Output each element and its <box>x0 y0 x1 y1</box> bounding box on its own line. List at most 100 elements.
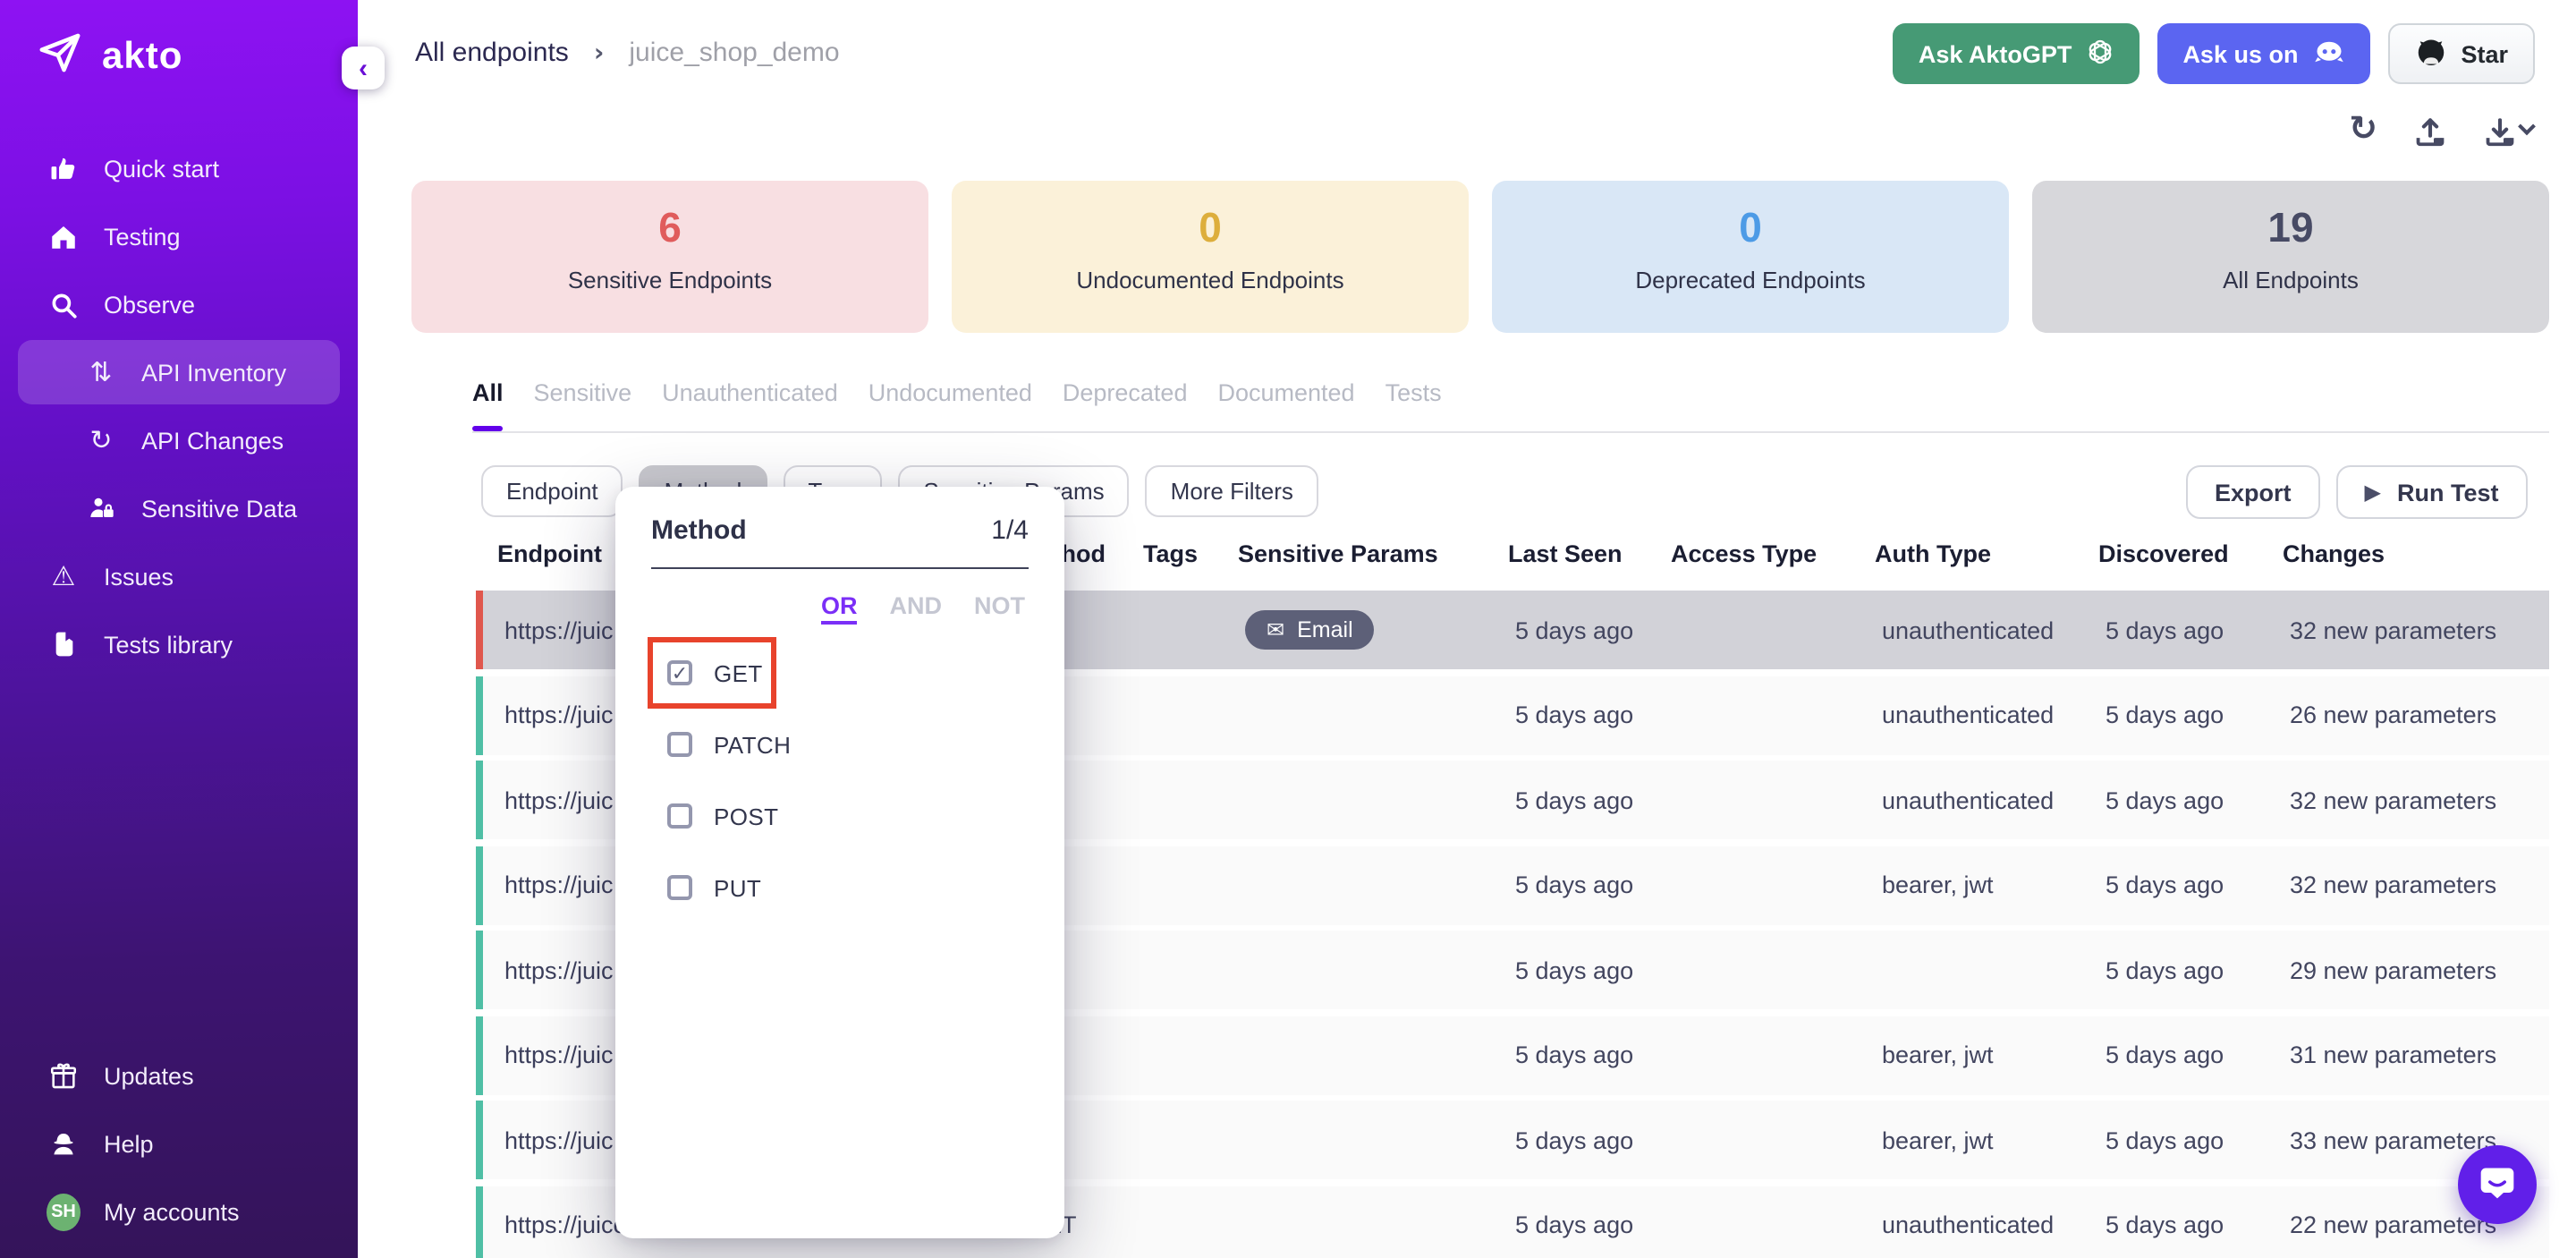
dropdown-header: Method 1/4 <box>651 515 1029 546</box>
checkbox[interactable] <box>667 875 692 900</box>
col-changes[interactable]: Changes <box>2261 540 2549 567</box>
filter-chip[interactable]: More Filters <box>1146 465 1318 517</box>
ask-us-on-discord-button[interactable]: Ask us on <box>2157 23 2369 84</box>
sidebar-nav: Quick start Testing Observe ⇅ API Invent… <box>0 136 358 676</box>
sidebar-item-sensitive-data[interactable]: Sensitive Data <box>0 476 358 540</box>
envelope-icon: ✉ <box>1267 617 1284 642</box>
cell-last-seen: 5 days ago <box>1494 1211 1657 1238</box>
refresh-icon[interactable]: ↻ <box>2349 109 2377 149</box>
cell-auth-type: unauthenticated <box>1860 786 2084 813</box>
sidebar-collapse-button[interactable]: ‹ <box>342 47 385 89</box>
method-option[interactable]: PATCH <box>667 709 791 780</box>
github-star-button[interactable]: Star <box>2387 23 2535 84</box>
stat-card[interactable]: 19 All Endpoints <box>2032 181 2549 333</box>
operator-toggle[interactable]: OR <box>821 592 858 625</box>
akto-logo[interactable]: akto <box>0 0 358 86</box>
breadcrumb-all-endpoints[interactable]: All endpoints <box>415 38 569 68</box>
user-lock-icon <box>84 494 118 523</box>
tab[interactable]: Unauthenticated <box>662 379 838 424</box>
stat-card[interactable]: 6 Sensitive Endpoints <box>411 181 928 333</box>
table-toolbar-icons: ↻ <box>2349 111 2533 150</box>
sidebar-item-updates[interactable]: Updates <box>0 1043 358 1108</box>
sidebar-item-api-changes[interactable]: ↻ API Changes <box>0 408 358 472</box>
cell-changes: 26 new parameters <box>2268 701 2549 728</box>
sidebar-item-label: Sensitive Data <box>141 495 297 522</box>
method-option[interactable]: ✓ GET <box>667 637 763 709</box>
sidebar-item-observe[interactable]: Observe <box>0 272 358 336</box>
ask-aktogpt-button[interactable]: Ask AktoGPT <box>1894 23 2140 84</box>
stat-cards: 6 Sensitive Endpoints 0 Undocumented End… <box>411 181 2549 333</box>
cell-auth-type: unauthenticated <box>1860 701 2084 728</box>
app-root: akto Quick start Testing Observe <box>0 0 2576 1258</box>
checkbox[interactable]: ✓ <box>667 660 692 685</box>
warning-icon: ⚠ <box>47 560 80 592</box>
dropdown-count: 1/4 <box>991 515 1029 546</box>
col-sensitive-params[interactable]: Sensitive Params <box>1216 540 1487 567</box>
stat-card-value: 0 <box>952 204 1469 252</box>
col-tags[interactable]: Tags <box>1122 540 1216 567</box>
dropdown-operators: OR AND NOT <box>651 592 1029 625</box>
inventory-tabs: All Sensitive Unauthenticated Undocument… <box>472 379 1442 424</box>
cell-discovered: 5 days ago <box>2084 1211 2268 1238</box>
stat-card-label: Deprecated Endpoints <box>1492 267 2009 293</box>
paper-plane-icon <box>36 29 84 86</box>
stat-card-value: 6 <box>411 204 928 252</box>
checkbox[interactable] <box>667 732 692 757</box>
operator-toggle[interactable]: NOT <box>974 592 1025 625</box>
refresh-icon: ↻ <box>84 424 118 456</box>
method-option[interactable]: POST <box>667 780 778 852</box>
sidebar-item-tests-library[interactable]: Tests library <box>0 612 358 676</box>
tab[interactable]: All <box>472 379 504 424</box>
cell-last-seen: 5 days ago <box>1494 1041 1657 1068</box>
checkbox[interactable] <box>667 803 692 829</box>
main-content: All endpoints › juice_shop_demo Ask Akto… <box>358 0 2576 1258</box>
tab[interactable]: Undocumented <box>869 379 1032 424</box>
col-discovered[interactable]: Discovered <box>2077 540 2261 567</box>
cell-changes: 32 new parameters <box>2268 616 2549 643</box>
cell-auth-type: bearer, jwt <box>1860 871 2084 898</box>
topbar-buttons: Ask AktoGPT Ask us on Star <box>1894 23 2535 84</box>
col-last-seen[interactable]: Last Seen <box>1487 540 1649 567</box>
col-auth-type[interactable]: Auth Type <box>1853 540 2077 567</box>
tab[interactable]: Tests <box>1385 379 1442 424</box>
cell-discovered: 5 days ago <box>2084 956 2268 983</box>
chat-fab-button[interactable] <box>2458 1145 2537 1224</box>
sidebar-item-my-accounts[interactable]: SH My accounts <box>0 1179 358 1244</box>
sidebar-item-label: Tests library <box>104 631 233 658</box>
stat-card[interactable]: 0 Deprecated Endpoints <box>1492 181 2009 333</box>
tab[interactable]: Deprecated <box>1063 379 1188 424</box>
tab[interactable]: Documented <box>1217 379 1354 424</box>
gift-icon <box>47 1060 80 1091</box>
method-option[interactable]: PUT <box>667 852 761 923</box>
export-button[interactable]: Export <box>2186 465 2320 519</box>
chevron-right-icon: › <box>594 38 605 67</box>
run-test-button[interactable]: ▶ Run Test <box>2336 465 2528 519</box>
breadcrumb-current: juice_shop_demo <box>629 38 839 68</box>
sidebar-item-api-inventory[interactable]: ⇅ API Inventory <box>18 340 340 404</box>
sidebar-item-quick-start[interactable]: Quick start <box>0 136 358 200</box>
stat-card[interactable]: 0 Undocumented Endpoints <box>952 181 1469 333</box>
sidebar-item-label: API Inventory <box>141 359 286 386</box>
upload-icon[interactable] <box>2413 114 2447 148</box>
sidebar-item-issues[interactable]: ⚠ Issues <box>0 544 358 608</box>
swap-vertical-icon: ⇅ <box>84 356 118 388</box>
cell-changes: 32 new parameters <box>2268 871 2549 898</box>
sidebar-item-help[interactable]: Help <box>0 1111 358 1176</box>
sidebar-item-label: API Changes <box>141 427 284 454</box>
cell-auth-type: bearer, jwt <box>1860 1126 2084 1153</box>
thumbs-up-icon <box>47 153 80 183</box>
filter-chip[interactable]: Endpoint <box>481 465 623 517</box>
home-icon <box>47 221 80 251</box>
method-option-label: GET <box>714 659 763 686</box>
operator-toggle[interactable]: AND <box>890 592 943 625</box>
search-icon <box>47 289 80 319</box>
sidebar: akto Quick start Testing Observe <box>0 0 358 1258</box>
download-icon[interactable] <box>2483 114 2533 148</box>
cell-sensitive-params: ✉ Email <box>1224 610 1494 650</box>
sidebar-item-label: My accounts <box>104 1198 240 1225</box>
sidebar-item-testing[interactable]: Testing <box>0 204 358 268</box>
col-access-type[interactable]: Access Type <box>1649 540 1853 567</box>
tab[interactable]: Sensitive <box>534 379 632 424</box>
breadcrumb: All endpoints › juice_shop_demo <box>415 38 840 68</box>
sidebar-item-label: Quick start <box>104 155 219 182</box>
